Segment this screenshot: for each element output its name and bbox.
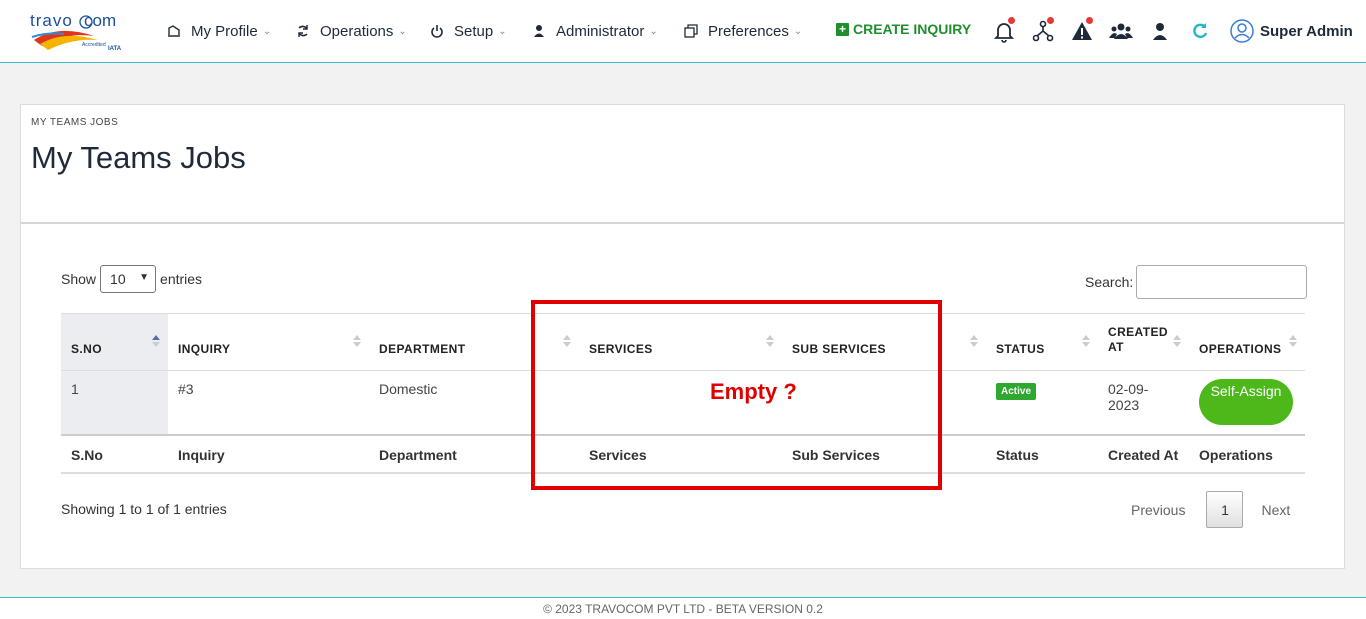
user-name: Super Admin (1260, 22, 1353, 40)
col-header-label: OPERATIONS (1199, 342, 1282, 356)
page-1-button[interactable]: 1 (1206, 491, 1244, 528)
col-header-status[interactable]: STATUS (986, 313, 1098, 371)
col-header-label: CREATED AT (1108, 325, 1168, 354)
copy-icon (683, 23, 699, 39)
chevron-down-icon: ▼ (139, 272, 150, 283)
nav-operations[interactable]: Operations ⌄ (295, 21, 407, 41)
col-footer-created-at: Created At (1098, 433, 1189, 474)
col-footer-sno: S.No (61, 433, 168, 474)
nav-label: Setup (454, 22, 494, 40)
col-header-sno[interactable]: S.NO (61, 313, 168, 371)
nav-my-profile[interactable]: My Profile ⌄ (166, 21, 271, 41)
col-header-label: STATUS (996, 342, 1045, 356)
entries-length-control: Show 10 ▼ entries (61, 265, 202, 293)
entries-label: entries (160, 271, 203, 287)
bell-icon[interactable] (992, 17, 1016, 43)
cell-inquiry: #3 (178, 381, 194, 397)
col-footer-inquiry: Inquiry (168, 433, 369, 474)
pagination: Previous 1 Next (1131, 491, 1290, 528)
warning-icon[interactable] (1070, 17, 1094, 43)
col-header-created-at[interactable]: CREATED AT (1098, 313, 1189, 371)
sort-icon (353, 335, 361, 347)
network-icon[interactable] (1031, 17, 1055, 43)
page-title: My Teams Jobs (31, 140, 246, 175)
search-control: Search: (1085, 265, 1308, 299)
notification-dot (1047, 17, 1054, 24)
sync-icon (295, 23, 311, 39)
annotation-text: Empty ? (710, 379, 797, 404)
sort-icon (1082, 335, 1090, 347)
user-icon[interactable] (1148, 19, 1172, 43)
users-icon[interactable] (1109, 19, 1133, 43)
sort-icon (1173, 335, 1181, 347)
page-footer: © 2023 TRAVOCOM PVT LTD - BETA VERSION 0… (0, 597, 1366, 619)
entries-select[interactable]: 10 ▼ (100, 265, 157, 293)
power-icon (429, 23, 445, 39)
col-header-label: DEPARTMENT (379, 342, 466, 356)
col-header-operations[interactable]: OPERATIONS (1189, 313, 1305, 371)
col-footer-operations: Operations (1189, 433, 1305, 474)
chevron-down-icon: ⌄ (793, 25, 803, 37)
status-badge: Active (996, 383, 1037, 400)
nav-label: My Profile (191, 22, 258, 40)
col-header-label: INQUIRY (178, 342, 231, 356)
user-menu[interactable]: Super Admin (1230, 19, 1353, 43)
nav-preferences[interactable]: Preferences ⌄ (683, 21, 802, 41)
card-header: MY TEAMS JOBS My Teams Jobs (21, 105, 1344, 224)
create-inquiry-button[interactable]: + CREATE INQUIRY (836, 21, 971, 37)
entries-select-value: 10 (110, 271, 126, 287)
search-label: Search: (1085, 274, 1134, 290)
nav-label: Administrator (556, 22, 645, 40)
svg-text:travo: travo (30, 11, 73, 30)
notification-dot (1086, 17, 1093, 24)
sort-icon (1289, 335, 1297, 347)
plus-icon: + (836, 22, 849, 36)
nav-label: Operations (320, 22, 394, 40)
user-avatar-icon (1230, 19, 1254, 43)
cell-sno: 1 (61, 370, 168, 435)
copyright-text: © 2023 TRAVOCOM PVT LTD - BETA VERSION 0… (543, 602, 823, 616)
search-input[interactable] (1136, 265, 1308, 299)
table-info: Showing 1 to 1 of 1 entries (61, 501, 227, 517)
refresh-icon[interactable] (1188, 19, 1212, 43)
next-page-button[interactable]: Next (1261, 502, 1290, 518)
col-footer-status: Status (986, 433, 1098, 474)
nav-label: Preferences (708, 22, 789, 40)
top-navbar: travo com Accredited IATA My Profile ⌄ O… (0, 0, 1366, 63)
svg-text:Accredited: Accredited (82, 42, 106, 48)
chevron-down-icon: ⌄ (498, 25, 507, 37)
travocom-logo[interactable]: travo com Accredited IATA (28, 10, 124, 54)
cell-created-at: 02-09-2023 (1108, 381, 1149, 413)
chevron-down-icon: ⌄ (398, 25, 407, 37)
nav-setup[interactable]: Setup ⌄ (429, 21, 507, 41)
create-inquiry-label: CREATE INQUIRY (853, 21, 972, 37)
svg-text:IATA: IATA (108, 46, 122, 52)
cell-operations: Self-Assign (1189, 371, 1305, 435)
chevron-down-icon: ⌄ (262, 25, 272, 37)
chart-icon (166, 23, 182, 39)
previous-page-button[interactable]: Previous (1131, 502, 1185, 518)
cell-status: Active (986, 371, 1098, 435)
sort-asc-icon (152, 335, 160, 347)
nav-administrator[interactable]: Administrator ⌄ (531, 21, 658, 41)
show-label: Show (61, 271, 97, 287)
sort-icon (970, 335, 978, 347)
col-header-inquiry[interactable]: INQUIRY (168, 313, 369, 371)
self-assign-button[interactable]: Self-Assign (1199, 379, 1293, 425)
notification-dot (1008, 17, 1015, 24)
person-icon (531, 23, 547, 39)
col-header-label: S.NO (71, 342, 102, 356)
breadcrumb: MY TEAMS JOBS (31, 117, 119, 128)
chevron-down-icon: ⌄ (649, 25, 658, 37)
